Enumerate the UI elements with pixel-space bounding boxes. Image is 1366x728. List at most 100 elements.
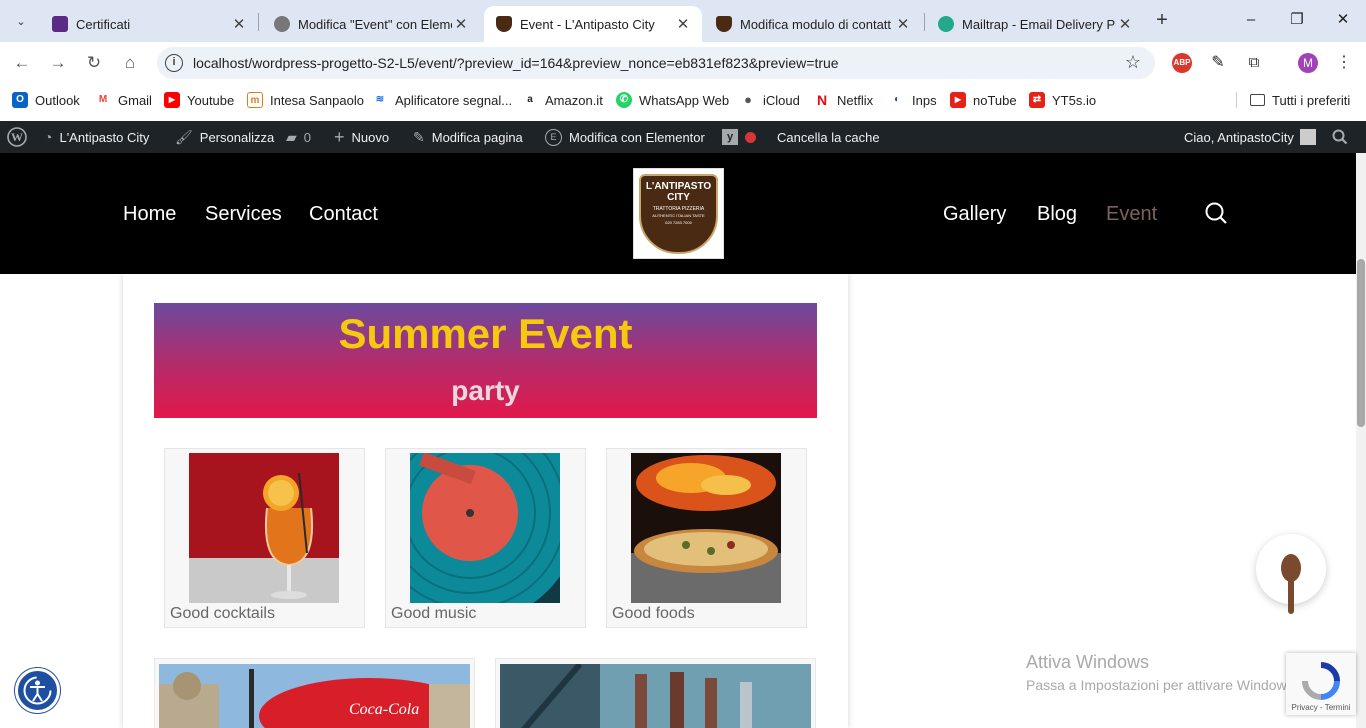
bookmark-outlook[interactable]: O Outlook [12, 91, 80, 109]
eyedropper-extension-icon[interactable]: ✎ [1208, 53, 1228, 73]
netflix-icon: N [814, 92, 830, 108]
site-logo[interactable]: L'ANTIPASTO CITY TRATTORIA PIZZERIA AUTH… [633, 168, 724, 259]
adminbar-new[interactable]: + Nuovo [334, 121, 389, 153]
adminbar-yoast[interactable]: y [722, 121, 770, 153]
adminbar-search[interactable] [1332, 121, 1348, 153]
piccadilly-image: Coca-Cola [159, 664, 470, 728]
bookmark-amplificatore[interactable]: ≋ Aplificatore segnal... [372, 91, 512, 109]
tab-title: Mailtrap - Email Delivery Pl [962, 16, 1116, 32]
user-avatar-icon [1299, 129, 1316, 145]
recaptcha-badge[interactable]: Privacy - Termini [1286, 653, 1356, 715]
spoon-icon [1281, 554, 1301, 614]
close-tab-icon[interactable]: ✕ [1116, 15, 1134, 33]
close-tab-icon[interactable]: ✕ [452, 15, 470, 33]
url-text[interactable]: localhost/wordpress-progetto-S2-L5/event… [193, 55, 839, 71]
notube-icon: ▶ [950, 92, 966, 108]
bookmark-amazon[interactable]: a Amazon.it [522, 91, 603, 109]
page-scrollbar[interactable] [1356, 153, 1366, 728]
close-tab-icon[interactable]: ✕ [674, 15, 692, 33]
floating-menu-button[interactable] [1256, 534, 1326, 614]
svg-text:Coca-Cola: Coca-Cola [349, 701, 419, 718]
bookmark-yt5s[interactable]: ⇄ YT5s.io [1029, 91, 1096, 109]
bookmark-label: Intesa Sanpaolo [270, 92, 364, 108]
recaptcha-links[interactable]: Privacy - Termini [1286, 703, 1356, 712]
nav-gallery[interactable]: Gallery [943, 203, 1006, 226]
reload-button[interactable]: ↻ [82, 51, 106, 75]
bookmark-star-icon[interactable]: ☆ [1125, 52, 1141, 73]
card-music: Good music [385, 448, 586, 628]
antipasto-favicon-icon [496, 16, 512, 32]
bookmark-label: Inps [912, 92, 937, 108]
tab-search-menu-button[interactable]: ⌄ [8, 8, 34, 34]
inps-icon: ◐ [889, 92, 905, 108]
forward-button[interactable]: → [46, 51, 70, 75]
close-tab-icon[interactable]: ✕ [230, 15, 248, 33]
dashboard-icon: ◔ [44, 129, 53, 145]
nav-home[interactable]: Home [123, 203, 176, 226]
adblock-extension-icon[interactable]: ABP [1172, 53, 1192, 73]
accessibility-button[interactable] [15, 668, 60, 713]
comment-icon: ▰ [286, 128, 297, 145]
bookmark-netflix[interactable]: N Netflix [814, 91, 873, 109]
event-banner: Summer Event party [154, 303, 817, 418]
wordpress-icon: W [7, 127, 27, 147]
adminbar-customize[interactable]: 🖌 Personalizza [175, 121, 274, 153]
logo-name-line1: L'ANTIPASTO [645, 181, 712, 192]
tab-event-active[interactable]: Event - L'Antipasto City ✕ [484, 6, 702, 42]
search-icon[interactable] [1204, 201, 1228, 225]
accessibility-icon [23, 676, 52, 705]
close-tab-icon[interactable]: ✕ [894, 15, 912, 33]
adminbar-label: Modifica pagina [431, 129, 523, 145]
cocktail-image [189, 453, 339, 603]
tab-certificati[interactable]: Certificati ✕ [40, 6, 258, 42]
bookmarks-all-folder[interactable]: Tutti i preferiti [1250, 91, 1350, 109]
bookmark-gmail[interactable]: M Gmail [95, 91, 152, 109]
logo-shield: L'ANTIPASTO CITY TRATTORIA PIZZERIA AUTH… [639, 174, 718, 254]
adminbar-account[interactable]: Ciao, AntipastoCity [1184, 121, 1316, 153]
profile-avatar[interactable]: M [1298, 53, 1318, 73]
logo-phone: 020 7283 7000 [665, 220, 692, 225]
bookmark-label: Tutti i preferiti [1272, 92, 1351, 108]
bookmark-youtube[interactable]: ▶ Youtube [164, 91, 234, 109]
address-bar[interactable]: i localhost/wordpress-progetto-S2-L5/eve… [157, 47, 1155, 79]
watermark-subtitle: Passa a Impostazioni per attivare Window… [1026, 677, 1298, 693]
site-info-icon[interactable]: i [165, 54, 183, 72]
nav-contact[interactable]: Contact [309, 203, 378, 226]
site-header: Home Services Contact L'ANTIPASTO CITY T… [0, 153, 1356, 274]
tab-modifica-modulo[interactable]: Modifica modulo di contatt ✕ [704, 6, 922, 42]
browser-menu-icon[interactable]: ⋮ [1334, 53, 1354, 73]
logo-subtagline: AUTHENTIC ITALIAN TASTE [652, 213, 705, 218]
adminbar-elementor[interactable]: E Modifica con Elementor [545, 121, 705, 153]
tab-mailtrap[interactable]: Mailtrap - Email Delivery Pl ✕ [926, 6, 1144, 42]
bookmarks-bar: O Outlook M Gmail ▶ Youtube m Intesa Sanpaol… [0, 84, 1366, 116]
bookmark-notube[interactable]: ▶ noTube [950, 91, 1017, 109]
nav-event[interactable]: Event [1106, 203, 1157, 226]
nav-blog[interactable]: Blog [1037, 203, 1077, 226]
logo-tagline: TRATTORIA PIZZERIA [652, 206, 705, 212]
nav-services[interactable]: Services [205, 203, 282, 226]
adminbar-site-name[interactable]: ◔ L'Antipasto City [44, 121, 149, 153]
back-button[interactable]: ← [10, 51, 34, 75]
adminbar-clear-cache[interactable]: Cancella la cache [777, 121, 880, 153]
amazon-icon: a [522, 92, 538, 108]
wp-logo-button[interactable]: W [7, 121, 27, 153]
tab-modifica-event[interactable]: Modifica "Event" con Eleme ✕ [262, 6, 480, 42]
comment-count: 0 [303, 129, 312, 145]
tab-title: Certificati [76, 16, 131, 32]
card-caption: Good foods [612, 605, 695, 622]
bookmark-inps[interactable]: ◐ Inps [889, 91, 937, 109]
bookmark-label: Amazon.it [545, 92, 603, 108]
bookmark-icloud[interactable]: ● iCloud [740, 91, 800, 109]
bookmark-intesa[interactable]: m Intesa Sanpaolo [247, 91, 364, 109]
gmail-icon: M [95, 92, 111, 108]
home-button[interactable]: ⌂ [118, 51, 142, 75]
restore-button[interactable]: ❐ [1282, 8, 1312, 32]
adminbar-edit-page[interactable]: ✎ Modifica pagina [413, 121, 523, 153]
close-window-button[interactable]: ✕ [1328, 8, 1358, 32]
scrollbar-thumb[interactable] [1357, 259, 1365, 427]
bookmark-whatsapp[interactable]: ✆ WhatsApp Web [616, 91, 729, 109]
extensions-puzzle-icon[interactable]: ⧉ [1244, 53, 1264, 73]
new-tab-button[interactable]: + [1150, 8, 1174, 32]
adminbar-comments[interactable]: ▰ 0 [286, 121, 311, 153]
minimize-button[interactable]: – [1236, 8, 1266, 32]
